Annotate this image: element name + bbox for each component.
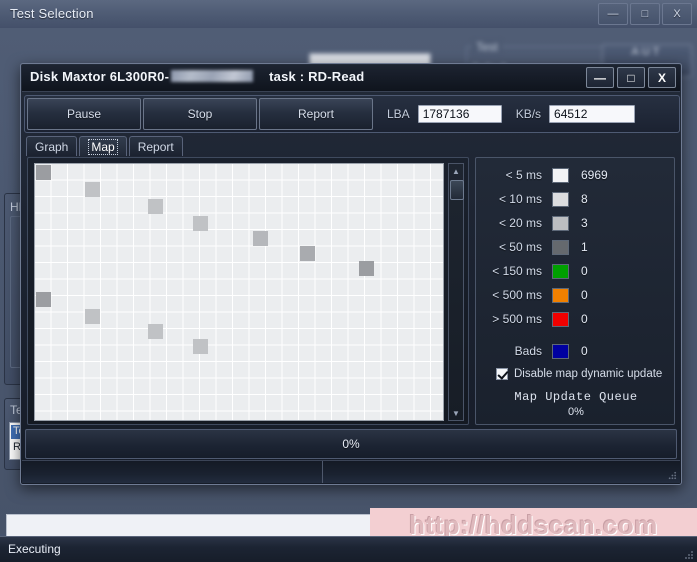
legend-label: < 5 ms xyxy=(505,168,542,182)
disable-map-dynamic-update-row[interactable]: Disable map dynamic update xyxy=(496,368,662,380)
map-gridlines xyxy=(35,164,443,420)
legend-row: < 500 ms 0 xyxy=(484,284,668,306)
dialog-toolbar: Pause Stop Report LBA KB/s xyxy=(24,95,680,133)
legend-count: 1 xyxy=(581,240,588,254)
kbs-label: KB/s xyxy=(515,107,542,121)
tab-map-label: Map xyxy=(88,138,118,155)
progress-percent: 0% xyxy=(342,437,360,451)
legend-count: 0 xyxy=(581,264,588,278)
test-groupbox-label: Test xyxy=(472,40,503,54)
dialog-title-disk: Disk Maxtor 6L300R0- xyxy=(30,69,170,84)
lba-label: LBA xyxy=(387,107,410,121)
dialog-status-pane-left xyxy=(22,461,323,483)
legend-row: < 10 ms 8 xyxy=(484,188,668,210)
background-statusbar: Executing xyxy=(0,536,697,562)
legend-count: 6969 xyxy=(581,168,608,182)
legend-label: Bads xyxy=(514,344,542,358)
tab-graph-label: Graph xyxy=(35,139,69,154)
map-panel: ▲ ▼ xyxy=(27,157,469,425)
map-block xyxy=(148,324,163,339)
map-block xyxy=(193,339,208,354)
legend-row: < 5 ms 6969 xyxy=(484,164,668,186)
status-text: Executing xyxy=(8,542,61,556)
dialog-title-task: task : RD-Read xyxy=(269,69,365,84)
legend-color-swatch xyxy=(552,287,569,303)
map-block xyxy=(148,199,163,214)
resize-grip-icon[interactable] xyxy=(666,470,677,481)
maximize-icon[interactable]: □ xyxy=(630,3,660,25)
map-block xyxy=(85,309,100,324)
legend-color-swatch xyxy=(552,167,569,183)
map-block xyxy=(85,182,100,197)
minimize-icon[interactable]: — xyxy=(586,67,614,88)
report-button[interactable]: Report xyxy=(259,98,373,130)
stop-button[interactable]: Stop xyxy=(143,98,257,130)
legend-count: 0 xyxy=(581,288,588,302)
legend-count: 3 xyxy=(581,216,588,230)
legend-row: < 150 ms 0 xyxy=(484,260,668,282)
pause-button[interactable]: Pause xyxy=(27,98,141,130)
scrollbar-thumb[interactable] xyxy=(450,180,464,200)
close-icon[interactable]: X xyxy=(648,67,676,88)
map-block xyxy=(36,165,51,180)
legend-label: < 20 ms xyxy=(498,216,542,230)
legend-label: < 10 ms xyxy=(498,192,542,206)
legend-color-swatch xyxy=(552,215,569,231)
close-icon[interactable]: X xyxy=(662,3,692,25)
map-block xyxy=(36,292,51,307)
legend-panel: < 5 ms 6969 < 10 ms 8 < 20 ms 3 < 50 ms 1 < 150 … xyxy=(475,157,675,425)
tab-map[interactable]: Map xyxy=(79,136,127,156)
legend-label: < 500 ms xyxy=(492,288,542,302)
legend-count: 0 xyxy=(581,312,588,326)
legend-color-swatch xyxy=(552,343,569,359)
dialog-title: Disk Maxtor 6L300R0- task : RD-Read xyxy=(30,69,364,84)
legend-row: > 500 ms 0 xyxy=(484,308,668,330)
scroll-down-icon[interactable]: ▼ xyxy=(449,406,463,420)
resize-grip-icon[interactable] xyxy=(682,549,694,561)
map-update-queue-label: Map Update Queue xyxy=(514,390,638,404)
tab-report[interactable]: Report xyxy=(128,136,183,156)
legend-row: < 20 ms 3 xyxy=(484,212,668,234)
redacted-serial-number xyxy=(171,70,254,82)
legend-count: 0 xyxy=(581,344,588,358)
dialog-status-pane-right xyxy=(323,461,680,483)
map-canvas[interactable] xyxy=(34,163,444,421)
legend-color-swatch xyxy=(552,311,569,327)
disable-map-dynamic-update-checkbox[interactable] xyxy=(496,368,508,380)
map-block xyxy=(253,231,268,246)
legend-color-swatch xyxy=(552,191,569,207)
task-dialog: Disk Maxtor 6L300R0- task : RD-Read — □ X… xyxy=(20,63,682,485)
screen-root: Test Selection — □ X Test Default AUT HD… xyxy=(0,0,697,562)
legend-row: < 50 ms 1 xyxy=(484,236,668,258)
scroll-up-icon[interactable]: ▲ xyxy=(449,164,463,178)
background-window-title: Test Selection xyxy=(10,6,94,21)
legend-count: 8 xyxy=(581,192,588,206)
minimize-icon[interactable]: — xyxy=(598,3,628,25)
dialog-statusbar xyxy=(22,460,680,483)
legend-label: < 50 ms xyxy=(498,240,542,254)
dialog-window-controls: — □ X xyxy=(586,67,676,88)
tab-report-label: Report xyxy=(137,139,174,154)
disable-map-dynamic-update-label: Disable map dynamic update xyxy=(514,368,663,380)
legend-color-swatch xyxy=(552,263,569,279)
background-titlebar xyxy=(0,0,697,29)
map-update-queue-value: 0% xyxy=(568,406,584,418)
legend-label: > 500 ms xyxy=(492,312,542,326)
dialog-tabs: Graph Map Report xyxy=(26,136,676,156)
legend-row: Bads 0 xyxy=(484,340,668,362)
dialog-content: ▲ ▼ < 5 ms 6969 < 10 ms 8 < 20 ms 3 < 50 ms 1 < … xyxy=(25,155,677,427)
progress-bar: 0% xyxy=(25,429,677,459)
map-scrollbar[interactable]: ▲ ▼ xyxy=(448,163,464,421)
map-block xyxy=(359,261,374,276)
legend-color-swatch xyxy=(552,239,569,255)
legend-label: < 150 ms xyxy=(492,264,542,278)
lba-input[interactable] xyxy=(417,105,502,123)
tab-graph[interactable]: Graph xyxy=(26,136,78,156)
background-window-controls: — □ X xyxy=(598,3,692,25)
map-block xyxy=(300,246,315,261)
kbs-input[interactable] xyxy=(549,105,636,123)
maximize-icon[interactable]: □ xyxy=(617,67,645,88)
map-block xyxy=(193,216,208,231)
